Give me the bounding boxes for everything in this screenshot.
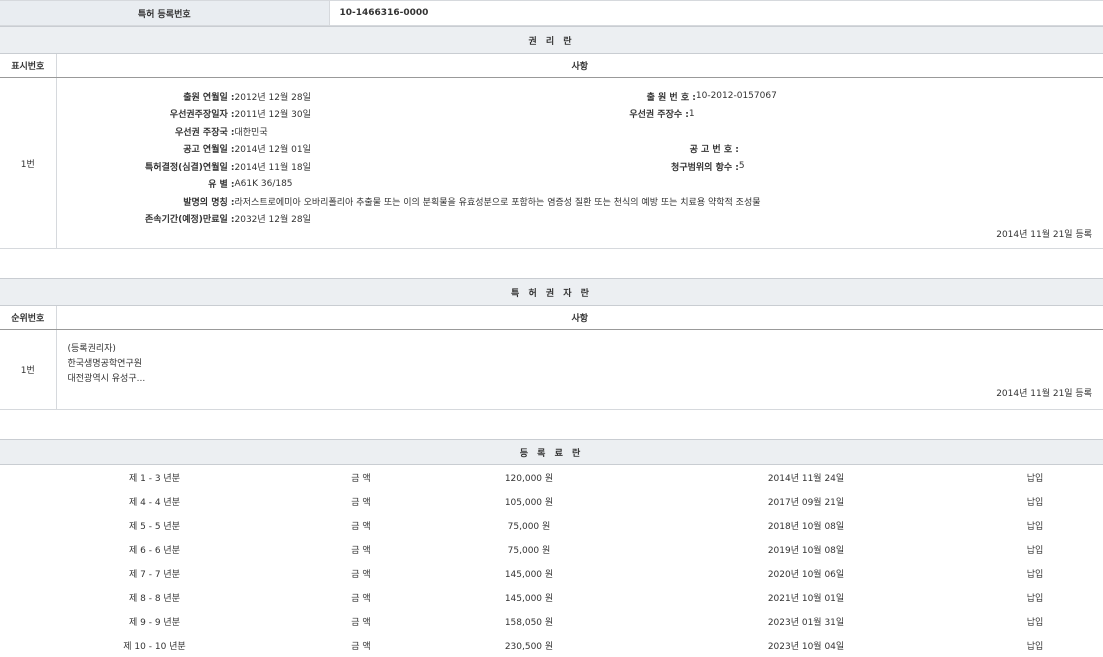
field-application-number-value: 10-2012-0157067 <box>696 91 777 101</box>
registration-number-value: 10-1466316-0000 <box>329 1 1103 26</box>
rights-registration-date: 2014년 11월 21일 등록 <box>58 228 1103 245</box>
field-application-date: 출원 연월일 :2012년 12월 28일 출 원 번 호 :10-2012-0… <box>58 88 1103 106</box>
holder-type: (등록권리자) <box>68 342 1103 357</box>
holder-name: 한국생명공학연구원 <box>68 357 1103 372</box>
field-publication-date: 공고 연월일 :2014년 12월 01일 공 고 번 호 : <box>58 140 1103 158</box>
field-priority-count-value: 1 <box>689 109 695 119</box>
registration-number-table: 특허 등록번호 10-1466316-0000 <box>0 0 1103 26</box>
field-priority-count-label: 우선권 주장수 : <box>311 107 689 120</box>
field-publication-number-label: 공 고 번 호 : <box>311 142 739 155</box>
rights-table: 권 리 란 표시번호 사항 1번 출원 연월일 :2012년 12월 28일 출… <box>0 26 1103 249</box>
fee-row: 제 1 - 3 년분금 액120,000 원2014년 11월 24일납입 <box>0 465 1103 490</box>
fee-row: 제 9 - 9 년분금 액158,050 원2023년 01월 31일납입 <box>0 609 1103 633</box>
holder-entry-details: (등록권리자) 한국생명공학연구원 대전광역시 유성구... 2014년 11월… <box>56 330 1103 410</box>
holder-registration-date: 2014년 11월 21일 등록 <box>58 387 1103 404</box>
rights-section-title: 권 리 란 <box>0 27 1103 54</box>
fee-table: 등 록 료 란 제 1 - 3 년분금 액120,000 원2014년 11월 … <box>0 439 1103 657</box>
fee-row: 제 10 - 10 년분금 액230,500 원2023년 10월 04일납입 <box>0 633 1103 657</box>
field-priority-country: 우선권 주장국 :대한민국 <box>58 123 1103 141</box>
fee-row: 제 4 - 4 년분금 액105,000 원2017년 09월 21일납입 <box>0 489 1103 513</box>
holder-entry-number: 1번 <box>0 330 56 410</box>
field-application-number-label: 출 원 번 호 : <box>311 90 696 103</box>
registration-number-label: 특허 등록번호 <box>0 1 329 26</box>
holder-table: 특 허 권 자 란 순위번호 사항 1번 (등록권리자) 한국생명공학연구원 대… <box>0 278 1103 410</box>
fee-section-title: 등 록 료 란 <box>0 440 1103 465</box>
fee-row: 제 6 - 6 년분금 액75,000 원2019년 10월 08일납입 <box>0 537 1103 561</box>
rights-entry-details: 출원 연월일 :2012년 12월 28일 출 원 번 호 :10-2012-0… <box>56 78 1103 249</box>
holder-item-header: 사항 <box>56 306 1103 330</box>
field-decision-date: 특허결정(심결)연월일 :2014년 11월 18일 청구범위의 항수 :5 <box>58 158 1103 176</box>
item-header: 사항 <box>56 54 1103 78</box>
field-claims-count-label: 청구범위의 항수 : <box>311 160 739 173</box>
fee-row: 제 5 - 5 년분금 액75,000 원2018년 10월 08일납입 <box>0 513 1103 537</box>
display-number-header: 표시번호 <box>0 54 56 78</box>
rank-number-header: 순위번호 <box>0 306 56 330</box>
fee-row: 제 7 - 7 년분금 액145,000 원2020년 10월 06일납입 <box>0 561 1103 585</box>
field-claims-count-value: 5 <box>739 161 745 171</box>
holder-address: 대전광역시 유성구... <box>68 372 1103 387</box>
field-expiry-date: 존속기간(예정)만료일 :2032년 12월 28일 <box>58 210 1103 228</box>
field-classification: 유 별 :A61K 36/185 <box>58 175 1103 193</box>
rights-entry-number: 1번 <box>0 78 56 249</box>
fee-row: 제 8 - 8 년분금 액145,000 원2021년 10월 01일납입 <box>0 585 1103 609</box>
field-priority-date: 우선권주장일자 :2011년 12월 30일 우선권 주장수 :1 <box>58 105 1103 123</box>
field-invention-title: 발명의 명칭 :라저스트로에미아 오바리폴리아 추출물 또는 이의 분획물을 유… <box>58 193 1103 211</box>
holder-section-title: 특 허 권 자 란 <box>0 279 1103 306</box>
